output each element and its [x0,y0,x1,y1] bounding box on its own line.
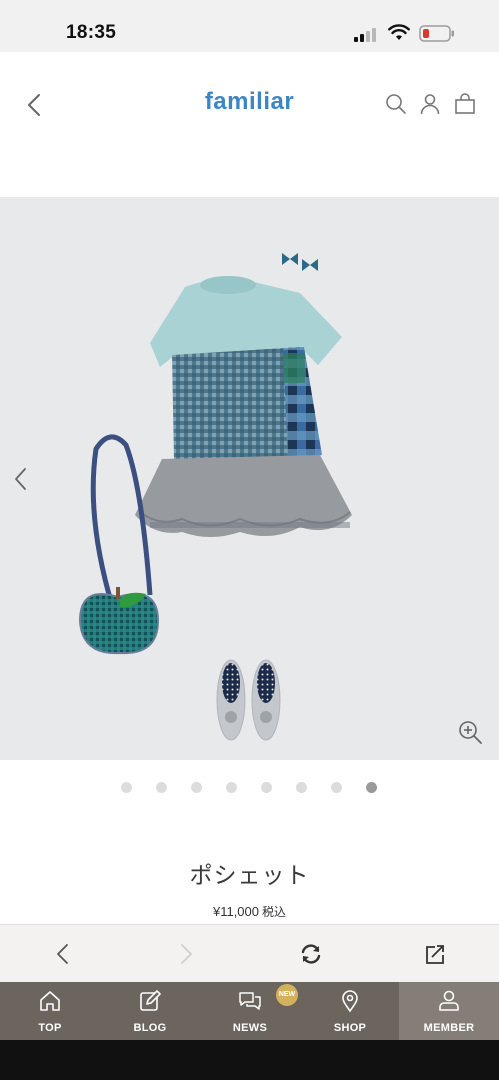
tab-shop[interactable]: SHOP [300,982,400,1040]
shopping-bag-icon[interactable] [453,92,477,116]
home-indicator [0,1040,499,1080]
tab-label: NEWS [232,1022,268,1034]
location-pin-icon [342,990,358,1013]
site-header: familiar [0,52,499,197]
pagination-dot[interactable] [226,782,237,793]
product-photo [0,197,499,760]
account-icon[interactable] [418,92,442,116]
pagination-dot[interactable] [121,782,132,793]
tab-label: BLOG [133,1022,167,1034]
tab-top[interactable]: TOP [0,982,100,1040]
tab-member[interactable]: MEMBER [399,982,499,1040]
browser-toolbar [0,924,499,982]
tax-label: 税込 [262,905,287,919]
edit-icon [140,990,161,1011]
pagination-dot-active[interactable] [366,782,377,793]
gallery-pagination [0,780,499,794]
tab-label: MEMBER [423,1022,475,1034]
tab-label: TOP [38,1022,62,1034]
wifi-icon [388,24,410,40]
product-name: ポシェット [189,863,310,889]
pagination-dot[interactable] [331,782,342,793]
pagination-dot[interactable] [191,782,202,793]
cellular-signal-icon [354,27,380,42]
pagination-dot[interactable] [296,782,307,793]
status-bar: 18:35 [0,0,499,52]
member-icon [439,990,459,1011]
tab-blog[interactable]: BLOG [100,982,200,1040]
home-icon [40,991,60,1011]
reload-icon[interactable] [299,942,323,966]
new-badge: NEW [276,984,298,1006]
zoom-in-icon[interactable] [457,719,483,745]
tab-label: SHOP [333,1022,367,1034]
forward-arrow-icon[interactable] [174,942,198,966]
share-icon[interactable] [423,942,447,966]
pagination-dot[interactable] [156,782,167,793]
prev-chevron-icon[interactable] [10,465,32,493]
chat-bubbles-icon [239,992,261,1010]
product-price: ¥11,000 [212,904,259,919]
bottom-tab-bar: TOP BLOG NEWS SHOP MEMBER [0,982,499,1040]
product-price-row: ¥11,000 税込 [0,903,499,920]
search-icon[interactable] [384,92,408,116]
status-time: 18:35 [66,22,117,43]
back-arrow-icon[interactable] [51,942,75,966]
pagination-dot[interactable] [261,782,272,793]
battery-icon [419,25,454,42]
product-image-gallery[interactable] [0,197,499,760]
